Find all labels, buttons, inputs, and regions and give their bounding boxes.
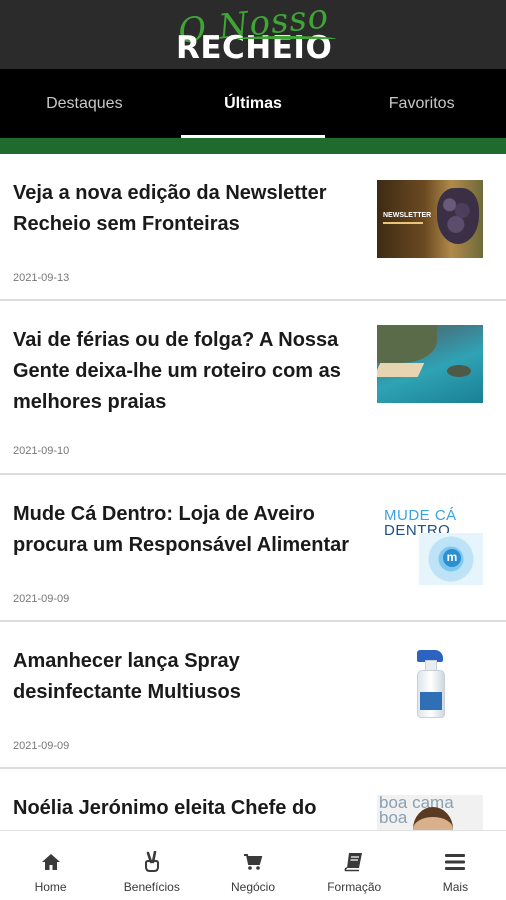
tab-ultimas[interactable]: Últimas xyxy=(169,69,338,138)
article-thumbnail xyxy=(377,325,483,403)
rock-graphic xyxy=(447,365,471,377)
grapes-graphic xyxy=(437,188,479,244)
peace-hand-icon xyxy=(143,851,161,873)
tab-label: Destaques xyxy=(46,94,123,112)
article-thumbnail: MUDE CÁ DENTRO m xyxy=(377,507,483,585)
article-date: 2021-09-09 xyxy=(13,593,70,605)
nav-label: Benefícios xyxy=(123,880,180,894)
article-item[interactable]: Vai de férias ou de folga? A Nossa Gente… xyxy=(0,301,506,475)
recheio-logo: O Nosso RECHEIO xyxy=(176,0,336,66)
article-date: 2021-09-09 xyxy=(13,740,70,752)
article-title: Mude Cá Dentro: Loja de Aveiro procura u… xyxy=(13,503,350,556)
accent-bar xyxy=(0,138,506,154)
nav-mais[interactable]: Mais xyxy=(405,831,506,900)
tab-favoritos[interactable]: Favoritos xyxy=(337,69,506,138)
article-list: Veja a nova edição da Newsletter Recheio… xyxy=(0,154,506,830)
nav-formacao[interactable]: Formação xyxy=(304,831,405,900)
article-date: 2021-09-10 xyxy=(13,445,70,457)
cliff-graphic xyxy=(377,325,437,363)
nav-label: Negócio xyxy=(230,880,276,894)
thumbnail-accent-line xyxy=(383,222,423,224)
book-icon xyxy=(344,851,364,873)
nav-label: Mais xyxy=(442,880,469,894)
nav-negocio[interactable]: Negócio xyxy=(202,831,303,900)
thumbnail-newsletter-text: NEWSLETTER xyxy=(383,212,432,219)
cart-icon xyxy=(243,851,263,873)
article-title: Vai de férias ou de folga? A Nossa Gente… xyxy=(13,329,341,413)
article-thumbnail: NEWSLETTER xyxy=(377,180,483,258)
bottom-navigation: Home Benefícios Negócio Formação Mais xyxy=(0,830,506,900)
tab-label: Últimas xyxy=(224,94,282,112)
nav-home[interactable]: Home xyxy=(0,831,101,900)
article-item[interactable]: Mude Cá Dentro: Loja de Aveiro procura u… xyxy=(0,475,506,622)
article-title: Amanhecer lança Spray desinfectante Mult… xyxy=(13,650,241,703)
article-thumbnail xyxy=(377,648,483,726)
tab-destaques[interactable]: Destaques xyxy=(0,69,169,138)
article-item[interactable]: Amanhecer lança Spray desinfectante Mult… xyxy=(0,622,506,769)
thumbnail-badge-letter: m xyxy=(443,549,461,567)
app-header: O Nosso RECHEIO xyxy=(0,0,506,69)
menu-icon xyxy=(445,851,466,873)
thumbnail-text: boa xyxy=(379,808,408,827)
article-title: Veja a nova edição da Newsletter Recheio… xyxy=(13,182,327,235)
nav-beneficios[interactable]: Benefícios xyxy=(101,831,202,900)
article-title: Noélia Jerónimo eleita Chefe do xyxy=(13,797,317,819)
article-thumbnail: boa cama boa xyxy=(377,795,483,830)
tab-bar: Destaques Últimas Favoritos xyxy=(0,69,506,138)
sand-graphic xyxy=(377,363,425,377)
article-item[interactable]: Veja a nova edição da Newsletter Recheio… xyxy=(0,154,506,301)
nav-label: Home xyxy=(34,880,67,894)
home-icon xyxy=(41,851,61,873)
bottle-label-graphic xyxy=(420,692,442,710)
logo-swoosh xyxy=(236,36,336,42)
article-item[interactable]: Noélia Jerónimo eleita Chefe do boa cama… xyxy=(0,769,506,830)
nav-label: Formação xyxy=(327,880,382,894)
tab-label: Favoritos xyxy=(388,94,455,112)
article-date: 2021-09-13 xyxy=(13,272,70,284)
